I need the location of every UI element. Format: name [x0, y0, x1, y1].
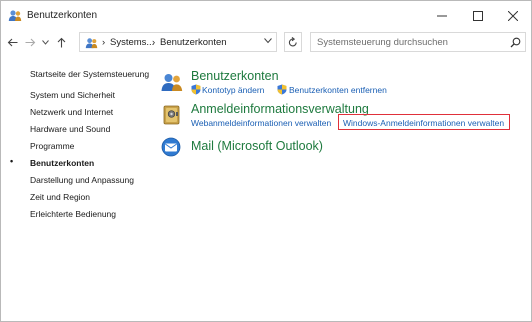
- maximize-icon: [473, 11, 483, 21]
- credential-vault-icon[interactable]: [163, 105, 180, 125]
- search-box[interactable]: [310, 32, 526, 52]
- mail-icon[interactable]: [161, 137, 181, 157]
- sidebar-item-erleichterte-bedienung[interactable]: Erleichterte Bedienung: [30, 209, 116, 219]
- chevron-down-icon[interactable]: [264, 38, 272, 44]
- category-benutzerkonten[interactable]: Benutzerkonten: [191, 69, 279, 83]
- arrow-right-icon: [25, 38, 35, 46]
- arrow-up-icon: [57, 37, 65, 47]
- navigation-bar: › Systems... › Benutzerkonten: [1, 31, 531, 53]
- back-button[interactable]: [5, 34, 19, 50]
- sidebar-item-zeit-und-region[interactable]: Zeit und Region: [30, 192, 90, 202]
- forward-button[interactable]: [23, 34, 37, 50]
- refresh-button[interactable]: [284, 32, 302, 52]
- up-button[interactable]: [54, 34, 68, 50]
- search-icon[interactable]: [510, 37, 521, 48]
- link-kontotyp-aendern[interactable]: Kontotyp ändern: [202, 85, 264, 95]
- maximize-button[interactable]: [460, 1, 496, 31]
- title-bar: Benutzerkonten: [1, 1, 531, 31]
- sidebar-item-system-und-sicherheit[interactable]: System und Sicherheit: [30, 90, 115, 100]
- refresh-icon: [288, 36, 297, 46]
- link-webanmeldeinformationen-verwalten[interactable]: Webanmeldeinformationen verwalten: [191, 118, 331, 128]
- sidebar-item-startseite[interactable]: Startseite der Systemsteuerung: [30, 69, 149, 79]
- window-title: Benutzerkonten: [27, 10, 98, 21]
- sidebar-item-darstellung-und-anpassung[interactable]: Darstellung und Anpassung: [30, 175, 134, 185]
- active-bullet-icon: •: [10, 156, 14, 166]
- highlight-box: [338, 114, 510, 130]
- users-icon[interactable]: [161, 72, 183, 92]
- users-icon: [8, 10, 22, 21]
- search-input[interactable]: [317, 35, 497, 49]
- breadcrumb-separator-icon: ›: [102, 37, 106, 48]
- uac-shield-icon: [277, 84, 287, 95]
- close-button[interactable]: [495, 1, 531, 31]
- breadcrumb-benutzerkonten[interactable]: Benutzerkonten: [160, 37, 227, 48]
- sidebar-item-hardware-und-sound[interactable]: Hardware und Sound: [30, 124, 110, 134]
- arrow-left-icon: [7, 38, 17, 46]
- sidebar-item-benutzerkonten[interactable]: Benutzerkonten: [30, 158, 94, 168]
- close-icon: [508, 11, 518, 21]
- recent-locations-button[interactable]: [40, 34, 50, 50]
- sidebar-item-programme[interactable]: Programme: [30, 141, 74, 151]
- sidebar-item-netzwerk-und-internet[interactable]: Netzwerk und Internet: [30, 107, 113, 117]
- category-mail-outlook[interactable]: Mail (Microsoft Outlook): [191, 139, 323, 153]
- link-benutzerkonten-entfernen[interactable]: Benutzerkonten entfernen: [289, 85, 387, 95]
- chevron-down-icon: [41, 39, 49, 45]
- breadcrumb-systemsteuerung[interactable]: Systems...: [110, 37, 154, 48]
- users-icon: [85, 38, 98, 49]
- address-bar[interactable]: › Systems... › Benutzerkonten: [79, 32, 277, 52]
- minimize-button[interactable]: [424, 1, 460, 31]
- minimize-icon: [437, 15, 447, 17]
- uac-shield-icon: [191, 84, 201, 95]
- breadcrumb-separator-icon: ›: [152, 37, 156, 48]
